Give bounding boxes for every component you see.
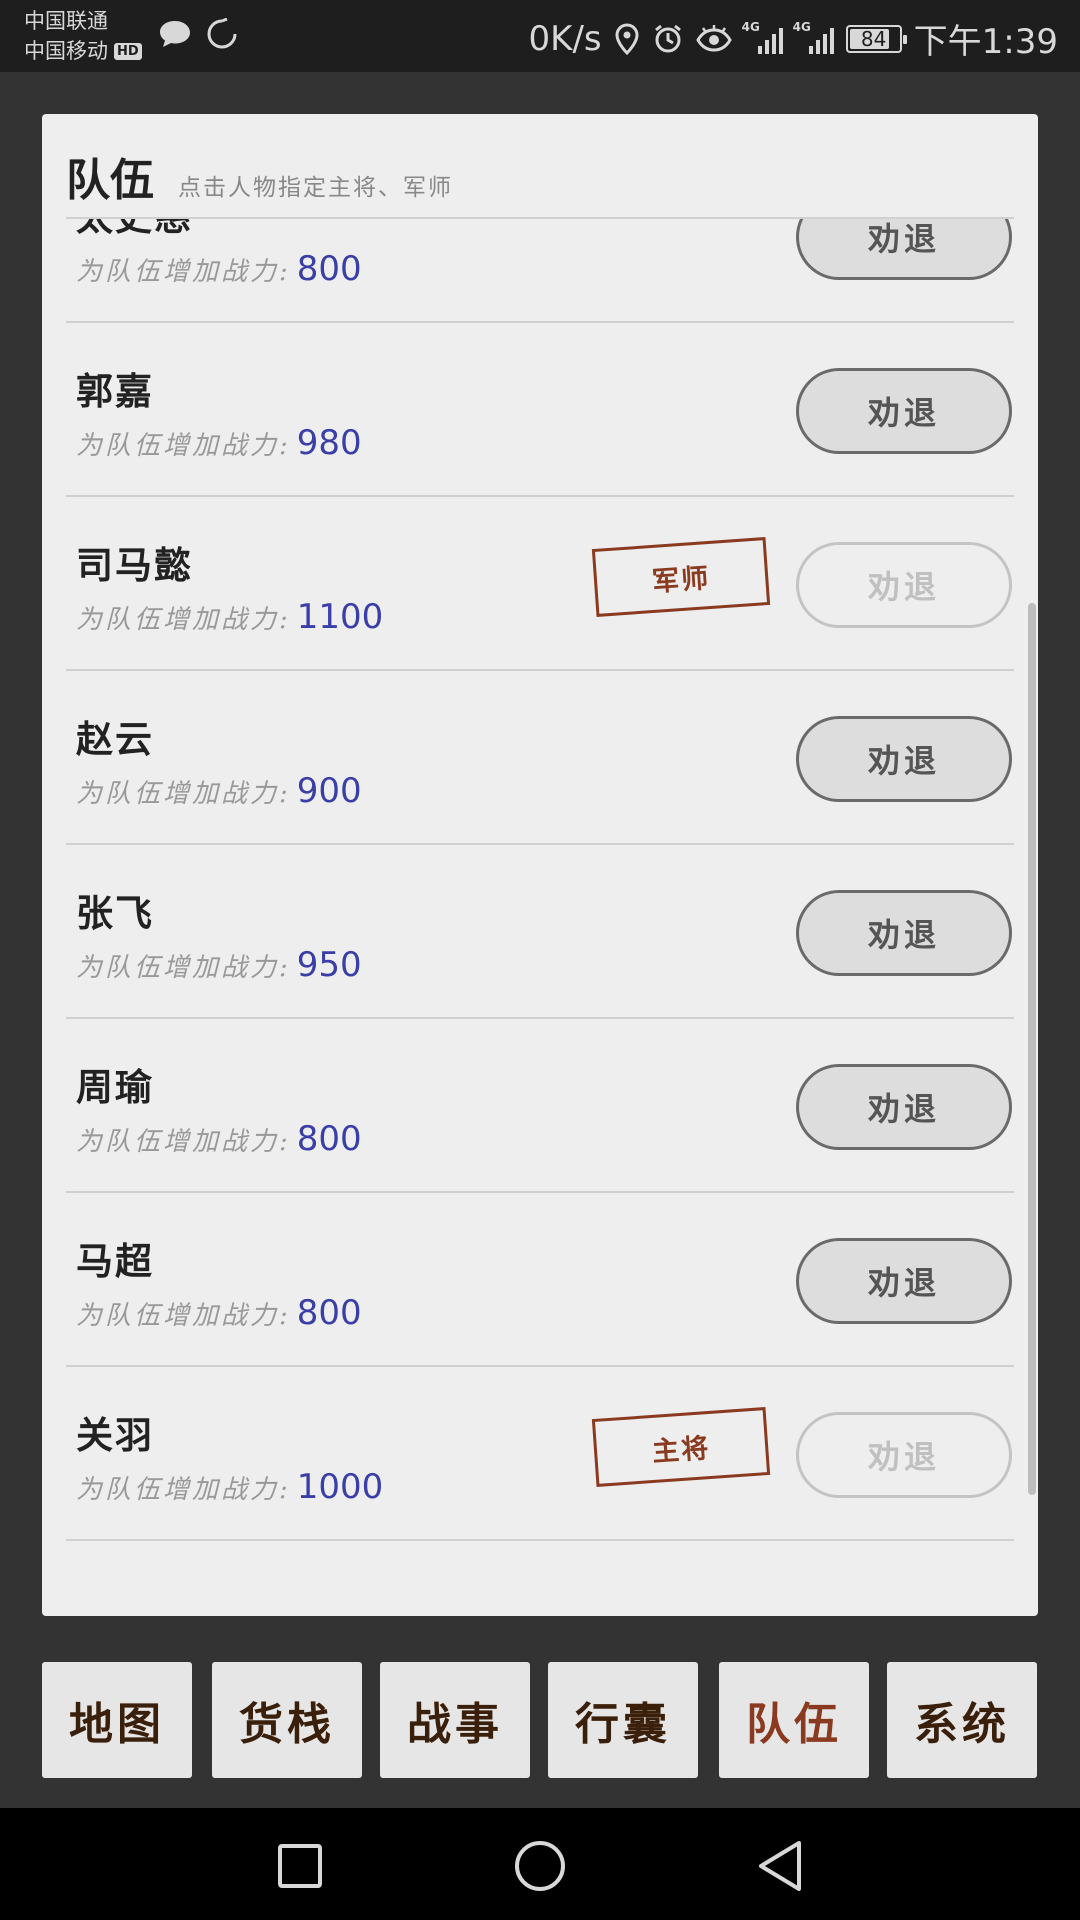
message-icon [158, 19, 192, 53]
team-panel: 队伍 点击人物指定主将、军师 太史慈 为队伍增加战力: 800 劝退 郭嘉 为队… [42, 114, 1038, 1616]
tab-battle[interactable]: 战事 [380, 1662, 530, 1778]
member-row[interactable]: 周瑜 为队伍增加战力: 800 劝退 [42, 1019, 1038, 1193]
power-value: 950 [296, 945, 362, 985]
dismiss-button[interactable]: 劝退 [796, 1412, 1012, 1498]
member-list[interactable]: 太史慈 为队伍增加战力: 800 劝退 郭嘉 为队伍增加战力: 980 劝退 司… [42, 219, 1038, 1616]
power-value: 800 [296, 249, 362, 289]
member-row[interactable]: 太史慈 为队伍增加战力: 800 劝退 [42, 219, 1038, 323]
hd-badge: HD [114, 42, 142, 60]
tab-bag[interactable]: 行囊 [548, 1662, 698, 1778]
power-value: 800 [296, 1293, 362, 1333]
power-label: 为队伍增加战力: [76, 1475, 291, 1505]
panel-subtitle: 点击人物指定主将、军师 [178, 175, 453, 201]
tab-team[interactable]: 队伍 [719, 1662, 869, 1778]
panel-title: 队伍 [66, 155, 154, 206]
scrollbar[interactable] [1028, 603, 1036, 1495]
power-value: 980 [296, 423, 362, 463]
clock: 下午1:39 [913, 22, 1058, 62]
home-icon[interactable] [510, 1836, 570, 1896]
member-power: 为队伍增加战力: 950 [76, 945, 362, 985]
eye-icon [695, 24, 732, 54]
member-power: 为队伍增加战力: 980 [76, 423, 362, 463]
member-power: 为队伍增加战力: 1000 [76, 1467, 383, 1507]
member-power: 为队伍增加战力: 900 [76, 771, 362, 811]
member-power: 为队伍增加战力: 800 [76, 1119, 362, 1159]
battery-icon: 84 [845, 24, 907, 53]
signal-1-icon: 4G [742, 20, 783, 54]
dismiss-button[interactable]: 劝退 [796, 1064, 1012, 1150]
member-power: 为队伍增加战力: 1100 [76, 597, 383, 637]
dismiss-button[interactable]: 劝退 [796, 890, 1012, 976]
power-value: 900 [296, 771, 362, 811]
member-name: 关羽 [76, 1413, 154, 1457]
member-power: 为队伍增加战力: 800 [76, 249, 362, 289]
sync-icon [206, 17, 238, 54]
member-name: 周瑜 [76, 1065, 154, 1109]
dismiss-button[interactable]: 劝退 [796, 716, 1012, 802]
role-stamp: 主将 [591, 1407, 771, 1487]
member-row[interactable]: 司马懿 为队伍增加战力: 1100 军师 劝退 [42, 497, 1038, 671]
member-power: 为队伍增加战力: 800 [76, 1293, 362, 1333]
power-value: 1100 [296, 597, 384, 637]
dismiss-button[interactable]: 劝退 [796, 219, 1012, 280]
member-name: 太史慈 [76, 219, 193, 241]
location-icon [614, 22, 640, 55]
power-label: 为队伍增加战力: [76, 431, 291, 461]
power-label: 为队伍增加战力: [76, 605, 291, 635]
role-stamp: 军师 [591, 537, 771, 617]
dismiss-button[interactable]: 劝退 [796, 542, 1012, 628]
status-bar: 中国联通 中国移动 HD 0K/s 4G 4G 84 下午1:39 [0, 0, 1080, 72]
member-row[interactable]: 关羽 为队伍增加战力: 1000 主将 劝退 [42, 1367, 1038, 1541]
dismiss-button[interactable]: 劝退 [796, 1238, 1012, 1324]
tab-system[interactable]: 系统 [887, 1662, 1037, 1778]
power-label: 为队伍增加战力: [76, 953, 291, 983]
member-name: 马超 [76, 1239, 154, 1283]
recents-icon[interactable] [270, 1836, 330, 1896]
member-row[interactable]: 马超 为队伍增加战力: 800 劝退 [42, 1193, 1038, 1367]
signal-2-icon: 4G [793, 20, 834, 54]
bottom-tab-bar: 地图 货栈 战事 行囊 队伍 系统 [0, 1640, 1080, 1778]
alarm-icon [652, 23, 684, 55]
power-label: 为队伍增加战力: [76, 257, 291, 287]
net-speed: 0K/s [528, 18, 602, 59]
member-row[interactable]: 张飞 为队伍增加战力: 950 劝退 [42, 845, 1038, 1019]
power-label: 为队伍增加战力: [76, 1127, 291, 1157]
power-value: 1000 [296, 1467, 384, 1507]
power-label: 为队伍增加战力: [76, 1301, 291, 1331]
carrier-2: 中国移动 [24, 39, 108, 63]
power-value: 800 [296, 1119, 362, 1159]
member-name: 赵云 [76, 717, 154, 761]
back-icon[interactable] [750, 1836, 810, 1896]
panel-header: 队伍 点击人物指定主将、军师 [66, 144, 453, 208]
carrier-info: 中国联通 中国移动 HD [24, 6, 142, 66]
member-row[interactable]: 赵云 为队伍增加战力: 900 劝退 [42, 671, 1038, 845]
carrier-1: 中国联通 [24, 9, 108, 33]
member-row[interactable]: 郭嘉 为队伍增加战力: 980 劝退 [42, 323, 1038, 497]
battery-level: 84 [860, 26, 887, 51]
member-name: 司马懿 [76, 543, 193, 587]
dismiss-button[interactable]: 劝退 [796, 368, 1012, 454]
tab-warehouse[interactable]: 货栈 [212, 1662, 362, 1778]
member-name: 郭嘉 [76, 369, 154, 413]
system-nav-bar [0, 1808, 1080, 1920]
row-divider [66, 1539, 1014, 1541]
tab-map[interactable]: 地图 [42, 1662, 192, 1778]
power-label: 为队伍增加战力: [76, 779, 291, 809]
member-name: 张飞 [76, 891, 154, 935]
